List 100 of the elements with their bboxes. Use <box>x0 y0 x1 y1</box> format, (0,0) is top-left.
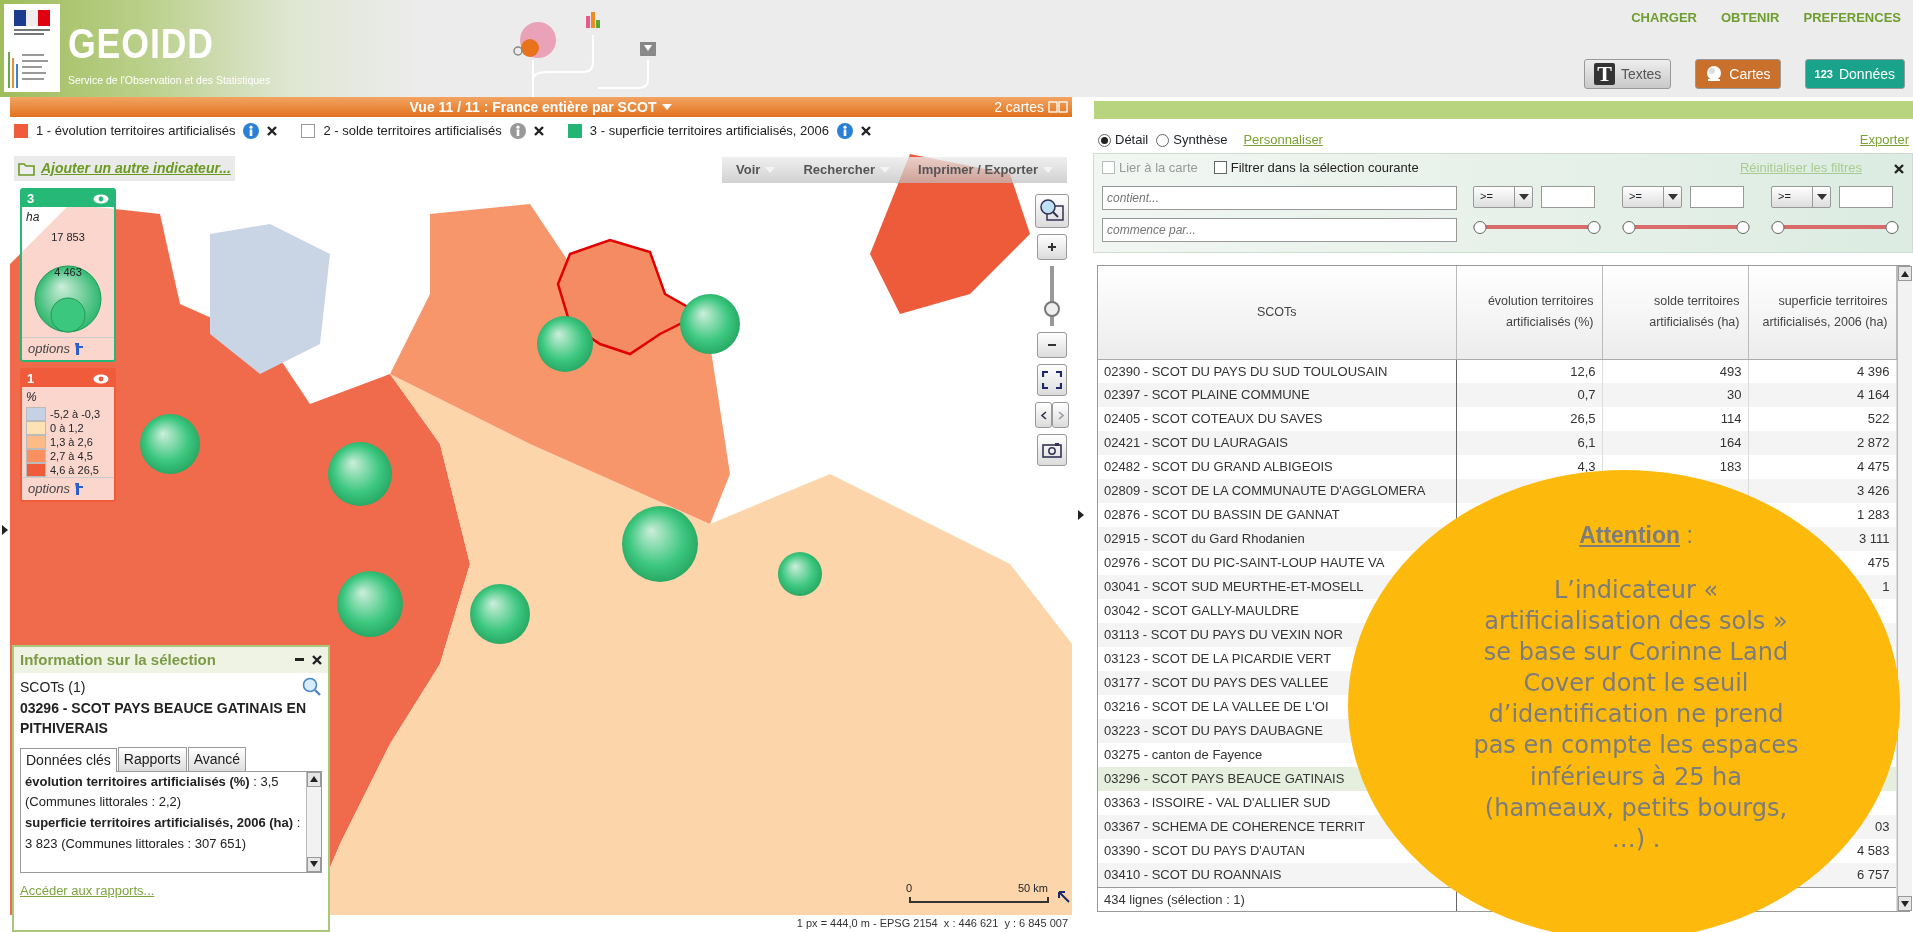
table-cell: 02405 - SCOT COTEAUX DU SAVES <box>1104 411 1323 427</box>
table-cell: 03123 - SCOT DE LA PICARDIE VERT <box>1104 651 1332 667</box>
split-view-icon[interactable] <box>1048 101 1068 113</box>
scroll-down-button[interactable] <box>1897 896 1912 911</box>
scrollbar[interactable] <box>306 771 321 872</box>
close-icon[interactable] <box>267 125 278 136</box>
table-cell: 02876 - SCOT DU BASSIN DE GANNAT <box>1104 507 1340 523</box>
slider-handle[interactable] <box>1736 220 1750 234</box>
table-cell: 03041 - SCOT SUD MEURTHE-ET-MOSELL <box>1104 579 1364 595</box>
down-arrow-icon <box>310 861 318 868</box>
indicator-label: 2 - solde territoires artificialisés <box>323 121 502 140</box>
globe-icon <box>1705 65 1724 83</box>
back-button[interactable] <box>1035 402 1052 428</box>
caret-icon <box>1816 193 1827 200</box>
up-arrow-icon <box>310 776 318 783</box>
wrench-icon[interactable] <box>73 342 84 356</box>
value-input[interactable] <box>1690 185 1744 208</box>
legend-number: 3 <box>27 189 35 208</box>
table-cell: 02397 - SCOT PLAINE COMMUNE <box>1104 387 1310 403</box>
caret-icon <box>1518 193 1529 200</box>
panel-tab[interactable]: Données clés <box>20 747 117 772</box>
legend-number: 1 <box>27 369 35 388</box>
down-arrow-icon <box>1900 900 1909 907</box>
camera-icon <box>1042 442 1062 458</box>
operator-select[interactable]: >= <box>1771 185 1831 208</box>
table-cell: 4,3 <box>1577 459 1596 475</box>
eye-icon[interactable] <box>93 373 109 384</box>
slider-handle[interactable] <box>1587 220 1601 234</box>
legend-label: 1,3 à 2,6 <box>50 435 93 449</box>
filter-checkbox[interactable]: Filtrer dans la sélection courante <box>1213 158 1419 178</box>
scroll-down-button[interactable] <box>307 856 321 872</box>
info-icon[interactable] <box>509 122 526 139</box>
text-filter-input[interactable]: contient... <box>1102 185 1457 210</box>
view-toggle-button[interactable]: Cartes <box>1695 59 1781 89</box>
options-link[interactable]: options <box>28 339 70 359</box>
toolbar-menu[interactable]: Rechercher <box>803 160 890 180</box>
slider-handle[interactable] <box>1885 220 1899 234</box>
chevron-right-icon <box>1057 410 1064 420</box>
search-icon[interactable] <box>302 677 322 697</box>
indicator-checkbox[interactable] <box>301 123 316 138</box>
map-status: 1 px = 444,0 m - EPSG 2154 x : 446 621 y : 6 845 007 <box>796 916 1068 931</box>
snapshot-button[interactable] <box>1037 434 1067 466</box>
mode-radio[interactable]: Détail <box>1098 130 1149 150</box>
expand-arrow-icon[interactable] <box>1078 509 1084 520</box>
map-count: 2 cartes <box>994 97 1044 117</box>
value-input[interactable] <box>1839 185 1893 208</box>
scale-label: 50 km <box>1018 881 1048 896</box>
options-link[interactable]: options <box>28 479 70 499</box>
close-icon[interactable] <box>861 125 871 136</box>
legend-label: 2,7 à 4,5 <box>50 449 93 463</box>
mode-radio[interactable]: Synthèse <box>1156 130 1228 150</box>
table-row[interactable]: 02421 - SCOT DU LAURAGAIS 6,1 164 2 872 <box>1098 431 1896 455</box>
panel-tab[interactable]: Rapports <box>117 746 187 771</box>
table-cell: 03 <box>1875 819 1890 835</box>
operator-select[interactable]: >= <box>1622 185 1682 208</box>
table-cell: 03367 - SCHEMA DE COHERENCE TERRIT <box>1104 819 1366 835</box>
zoom-out-button[interactable] <box>1037 332 1067 358</box>
scroll-up-button[interactable] <box>307 771 321 787</box>
full-extent-button[interactable] <box>1037 364 1067 396</box>
minimize-icon[interactable] <box>295 658 304 662</box>
info-icon[interactable] <box>243 122 260 139</box>
column-header[interactable]: SCOTs <box>1256 301 1297 323</box>
info-icon[interactable] <box>837 122 853 139</box>
value-input[interactable] <box>1541 185 1595 208</box>
table-row[interactable]: 02397 - SCOT PLAINE COMMUNE 0,7 30 4 164 <box>1098 383 1896 407</box>
table-cell: 114 <box>1720 411 1742 427</box>
zoom-box-button[interactable] <box>1035 194 1069 228</box>
indicator-label: 3 - superficie territoires artificialisés, 2006 <box>589 121 829 140</box>
zoom-in-button[interactable] <box>1037 234 1067 260</box>
slider-handle[interactable] <box>1622 220 1636 234</box>
operator-select[interactable]: >= <box>1473 185 1533 208</box>
legend-label: 4,6 à 26,5 <box>50 463 99 477</box>
wrench-icon[interactable] <box>73 482 84 496</box>
data-entry: évolution territoires artificialisés (%) : 3,5 (Communes littorales : 2,2) <box>25 772 280 812</box>
table-cell: 1 <box>1882 579 1890 595</box>
text-filter-input[interactable]: commence par... <box>1102 217 1457 242</box>
indicator-checkbox[interactable] <box>14 123 28 138</box>
indicator-checkbox[interactable] <box>567 123 582 138</box>
table-cell: 2 872 <box>1856 435 1890 451</box>
close-icon[interactable] <box>533 125 544 136</box>
scale-label: 0 <box>906 881 913 896</box>
close-icon[interactable] <box>1894 163 1904 174</box>
slider-handle[interactable] <box>1771 220 1785 234</box>
corner-arrow-icon[interactable] <box>1058 891 1070 903</box>
scroll-up-button[interactable] <box>1897 266 1912 281</box>
slider-handle[interactable] <box>1473 220 1487 234</box>
view-toggle-button[interactable]: T Textes <box>1584 59 1672 89</box>
legend-unit: % <box>25 389 38 406</box>
table-cell: 03113 - SCOT DU PAYS DU VEXIN NOR <box>1104 627 1343 643</box>
table-cell: 03410 - SCOT DU ROANNAIS <box>1104 867 1282 882</box>
table-cell: 03275 - canton de Fayence <box>1104 747 1263 763</box>
expand-arrow-icon[interactable] <box>2 524 8 535</box>
close-icon[interactable] <box>312 655 322 665</box>
folder-icon <box>18 161 36 176</box>
table-cell: 4 396 <box>1856 363 1890 379</box>
toolbar-menu[interactable]: Imprimer / Exporter <box>918 160 1053 180</box>
toolbar-menu[interactable]: Voir <box>736 160 776 180</box>
panel-tab[interactable]: Avancé <box>187 746 247 771</box>
eye-icon[interactable] <box>93 193 109 204</box>
table-cell: 4 164 <box>1856 387 1890 403</box>
